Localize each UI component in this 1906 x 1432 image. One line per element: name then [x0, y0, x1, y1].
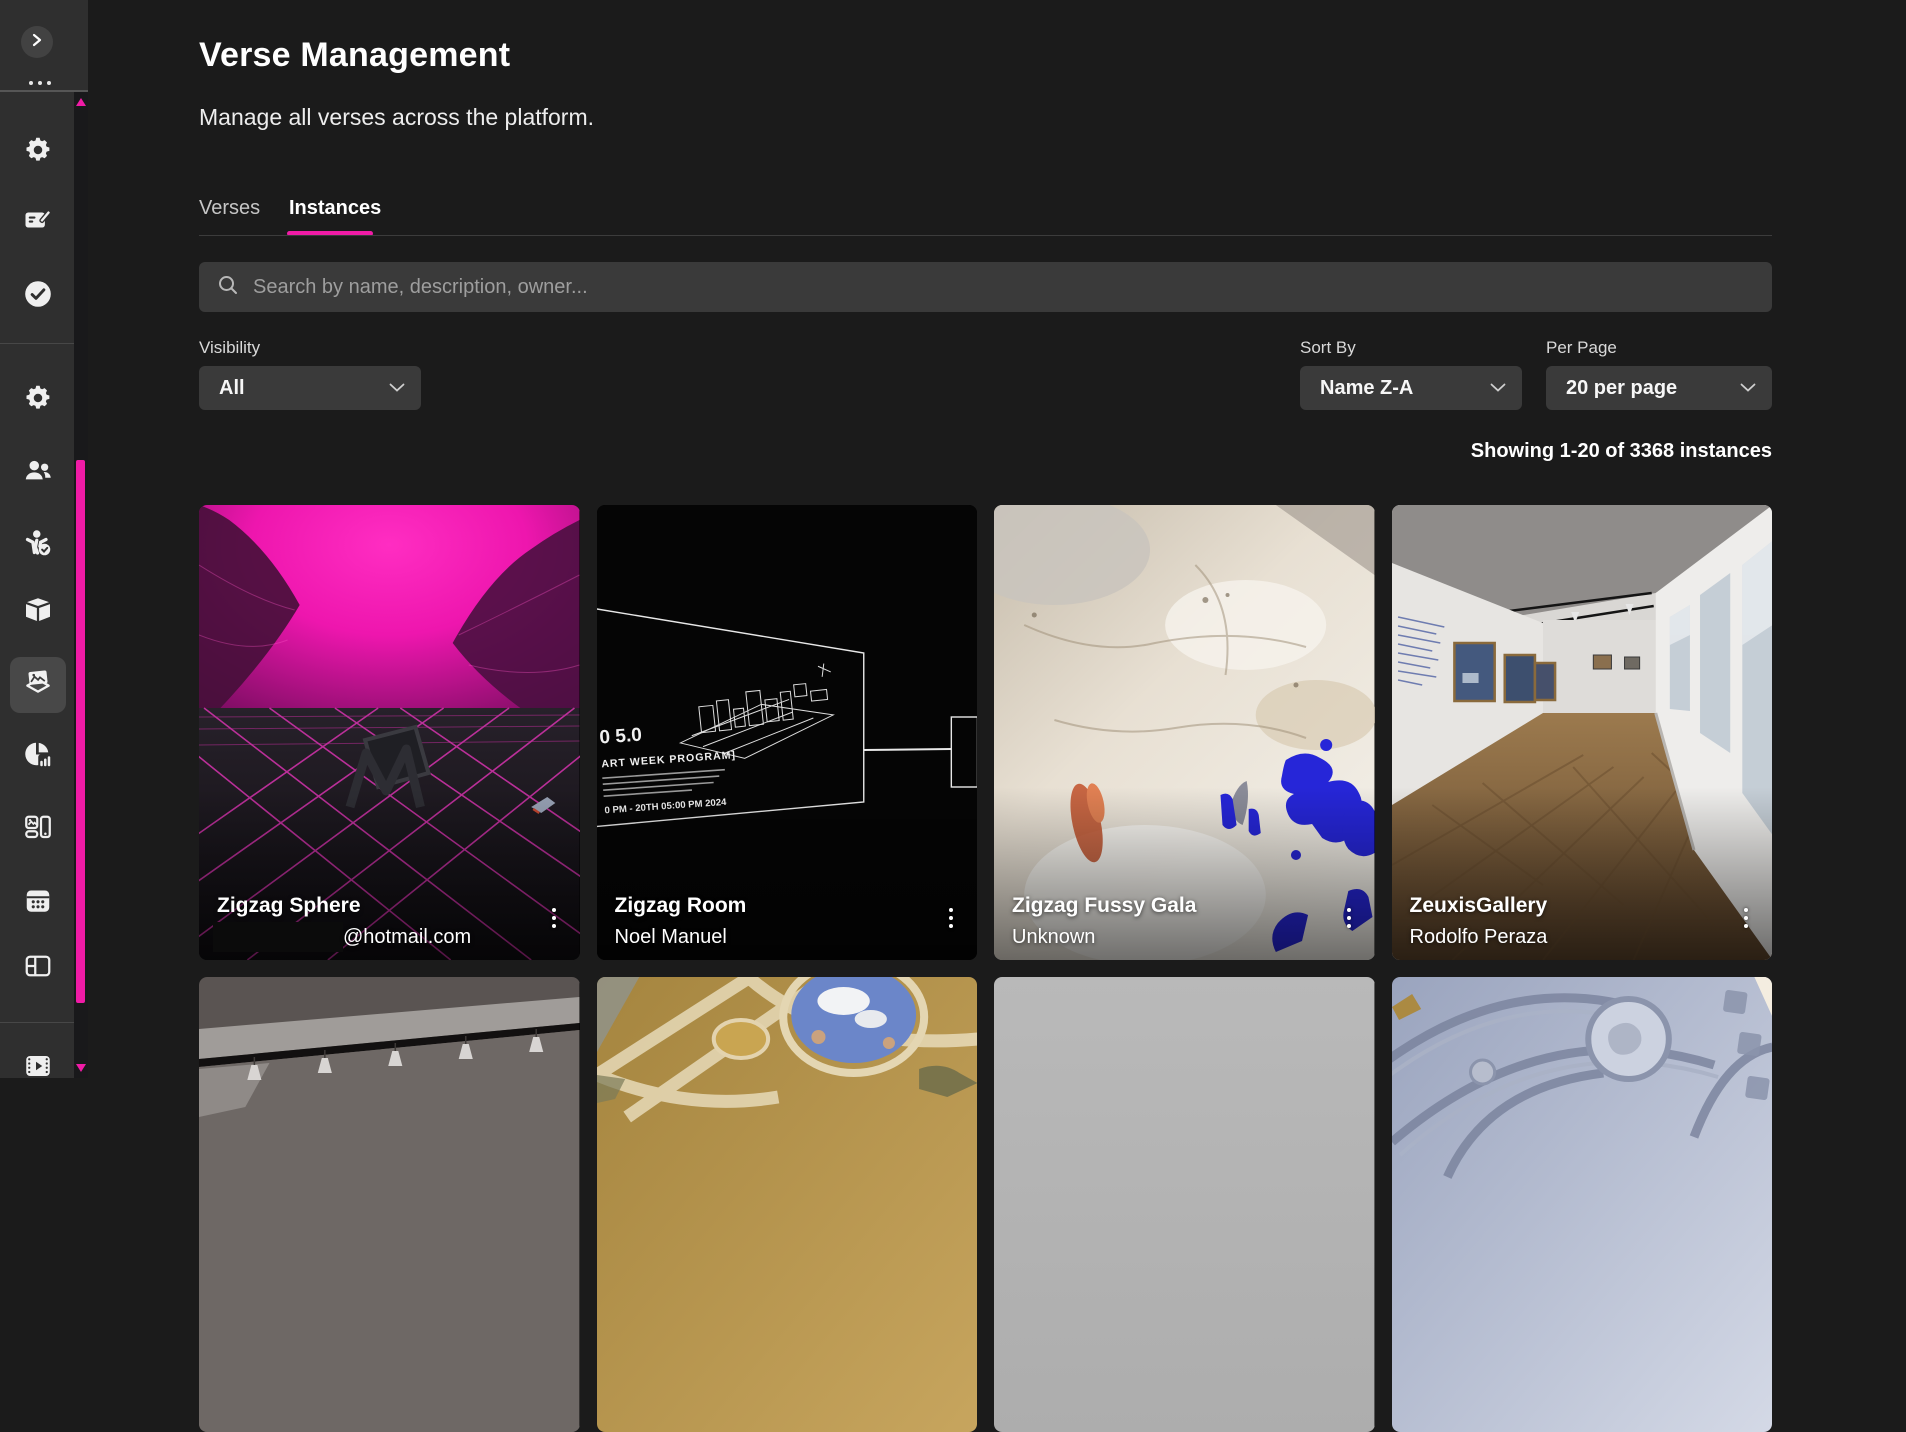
- visibility-label: Visibility: [199, 338, 260, 358]
- sidebar-item-content-edit[interactable]: [10, 194, 66, 250]
- card-bottom-shade: [597, 505, 978, 960]
- layout-panels-icon: [23, 951, 53, 986]
- sort-by-label: Sort By: [1300, 338, 1356, 358]
- card-owner: @hotmail.com: [343, 926, 471, 949]
- redacted-owner-box: [213, 922, 343, 952]
- card-owner: Rodolfo Peraza: [1410, 926, 1548, 949]
- scrollbar-down-arrow[interactable]: [76, 1064, 86, 1072]
- sidebar-item-media[interactable]: [10, 1040, 66, 1096]
- sidebar-expand-button[interactable]: [21, 26, 53, 58]
- sidebar-item-user-approval[interactable]: [10, 517, 66, 573]
- sidebar-item-layouts[interactable]: [10, 940, 66, 996]
- tab-verses[interactable]: Verses: [199, 197, 260, 220]
- sidebar-scrollbar: [74, 92, 88, 1078]
- card-title: ZeuxisGallery: [1410, 894, 1548, 918]
- visibility-dropdown[interactable]: All: [199, 366, 421, 410]
- page-subtitle: Manage all verses across the platform.: [199, 104, 594, 131]
- card-bottom-shade: [994, 505, 1375, 960]
- instance-card-zigzag-fussy-gala[interactable]: Zigzag Fussy Gala Unknown: [994, 505, 1375, 960]
- card-owner: Unknown: [1012, 926, 1095, 949]
- tabs-divider: [199, 235, 1772, 236]
- per-page-dropdown[interactable]: 20 per page: [1546, 366, 1772, 410]
- search-input[interactable]: [253, 276, 1754, 299]
- checkmark-circle-icon: [22, 278, 54, 315]
- instances-grid: Zigzag Sphere @hotmail.com 0 5.: [199, 505, 1772, 1432]
- search-bar: [199, 262, 1772, 312]
- chevron-down-icon: [1740, 379, 1756, 397]
- verse-management-screen: { "colors": { "accent": "#f01ba6", "page…: [0, 0, 1906, 1078]
- card-menu-button[interactable]: [1343, 904, 1355, 932]
- card-menu-button[interactable]: [945, 904, 957, 932]
- sidebar-item-settings-2[interactable]: [10, 372, 66, 428]
- sidebar-divider: [0, 343, 76, 344]
- card-owner: Noel Manuel: [615, 926, 727, 949]
- sidebar-divider: [0, 1022, 76, 1023]
- settings-icon: [23, 383, 53, 418]
- tab-instances[interactable]: Instances: [289, 197, 381, 220]
- page-title: Verse Management: [199, 36, 510, 75]
- card-bottom-shade: [1392, 505, 1773, 960]
- instance-card-zeuxisgallery[interactable]: ZeuxisGallery Rodolfo Peraza: [1392, 505, 1773, 960]
- instance-card-partial-2[interactable]: [597, 977, 978, 1432]
- sidebar-item-device-gallery[interactable]: [10, 800, 66, 856]
- chevron-right-icon: [32, 33, 42, 52]
- plain-gray-room-image: [994, 977, 1375, 1432]
- card-menu-button[interactable]: [1740, 904, 1752, 932]
- chevron-down-icon: [389, 379, 405, 397]
- sort-by-value: Name Z-A: [1320, 377, 1413, 400]
- sidebar-item-settings[interactable]: [10, 124, 66, 180]
- sidebar-item-packages[interactable]: [10, 584, 66, 640]
- instance-card-partial-3[interactable]: [994, 977, 1375, 1432]
- verse-gallery-icon: [22, 667, 54, 704]
- package-box-icon: [23, 595, 53, 630]
- card-title: Zigzag Sphere: [217, 894, 361, 918]
- event-grid-icon: [23, 886, 53, 921]
- baroque-ceiling-image: [1392, 977, 1773, 1432]
- card-menu-button[interactable]: [548, 904, 560, 932]
- instance-card-partial-1[interactable]: [199, 977, 580, 1432]
- ellipsis-dots-icon: [29, 81, 51, 85]
- per-page-value: 20 per page: [1566, 377, 1677, 400]
- search-icon: [217, 274, 239, 301]
- analytics-pie-icon: [23, 740, 53, 775]
- sidebar-item-users[interactable]: [10, 444, 66, 500]
- card-title: Zigzag Room: [615, 894, 747, 918]
- fresco-ceiling-image: [597, 977, 978, 1432]
- sidebar-item-verses[interactable]: [10, 657, 66, 713]
- per-page-label: Per Page: [1546, 338, 1617, 358]
- scrollbar-up-arrow[interactable]: [76, 98, 86, 106]
- film-media-icon: [23, 1051, 53, 1086]
- ceiling-track-lights-image: [199, 977, 580, 1432]
- visibility-value: All: [219, 377, 245, 400]
- chevron-down-icon: [1490, 379, 1506, 397]
- sidebar-item-events[interactable]: [10, 875, 66, 931]
- settings-icon: [23, 135, 53, 170]
- instance-card-partial-4[interactable]: [1392, 977, 1773, 1432]
- person-check-icon: [23, 528, 53, 563]
- instance-card-zigzag-sphere[interactable]: Zigzag Sphere @hotmail.com: [199, 505, 580, 960]
- scrollbar-thumb[interactable]: [76, 460, 85, 1003]
- instance-card-zigzag-room[interactable]: 0 5.0 ART WEEK PROGRAM] 0 PM - 20TH 05:0…: [597, 505, 978, 960]
- card-title: Zigzag Fussy Gala: [1012, 894, 1196, 918]
- device-gallery-icon: [23, 811, 53, 846]
- people-icon: [23, 455, 53, 490]
- sort-by-dropdown[interactable]: Name Z-A: [1300, 366, 1522, 410]
- card-bottom-shade: [199, 505, 580, 960]
- sidebar-item-approvals[interactable]: [10, 268, 66, 324]
- content-edit-icon: [23, 205, 53, 240]
- results-summary: Showing 1-20 of 3368 instances: [1471, 440, 1772, 463]
- sidebar-item-analytics[interactable]: [10, 729, 66, 785]
- sidebar: [0, 0, 88, 1078]
